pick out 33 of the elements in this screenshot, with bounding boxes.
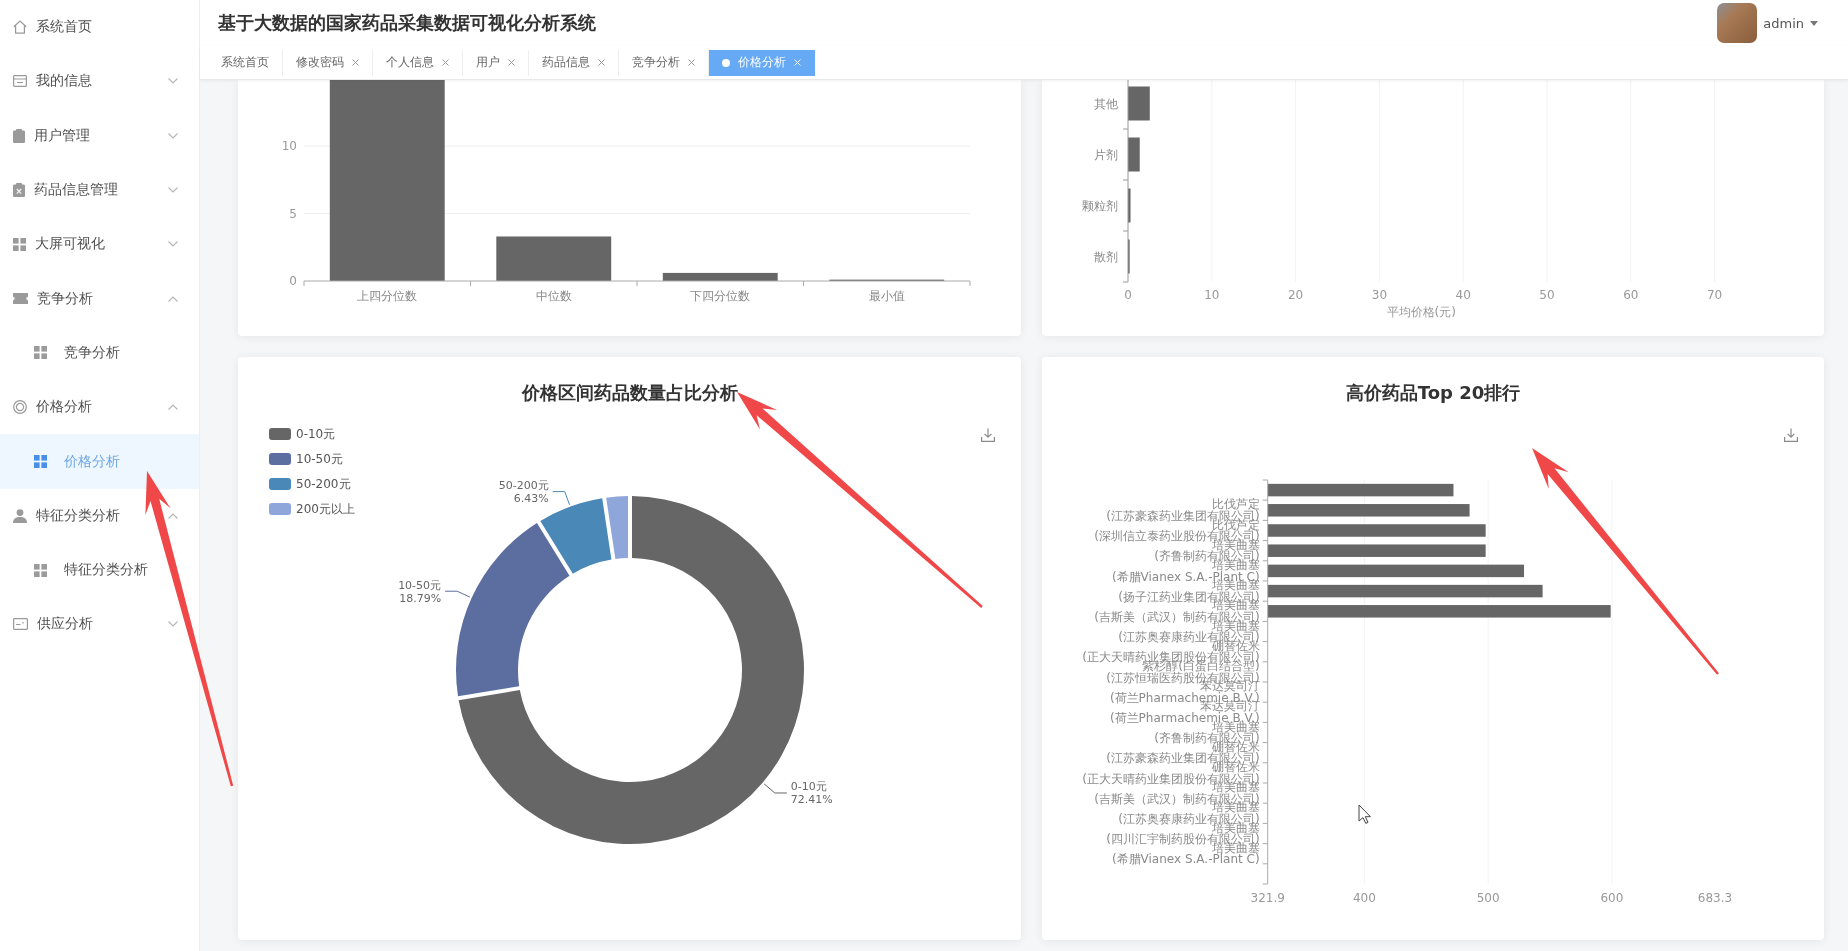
axis-label: 下四分位数 [690,289,751,303]
axis-label: 散剂 [1093,249,1118,264]
axis-tick-label: 5 [289,206,297,221]
axis-tick-label: 0 [289,274,297,288]
axis-label: 上四分位数 [357,289,418,303]
slice-label: 50-200元 6.43% [498,479,549,506]
axis-tick-label: 10 [1203,288,1219,302]
axis-tick-label: 30 [1371,288,1387,302]
axis-label: 比伐芦定 [1211,497,1260,512]
axis-tick-label: 321.9 [1250,891,1285,905]
axis-label: 中位数 [535,289,572,303]
axis-title: 平均价格(元) [1386,305,1456,319]
axis-tick-label: 600 [1599,891,1623,905]
axis-tick-label: 60 [1622,288,1638,302]
app-title: 基于大数据的国家药品采集数据可视化分析系统 [218,11,596,35]
axis-tick-label: 0 [1123,288,1132,302]
axis-label: 颗粒剂 [1081,198,1118,213]
axis-label: 片剂 [1093,147,1118,162]
chart-title: 高价药品Top 20排行 [1345,382,1520,403]
axis-tick-label: 500 [1476,891,1500,905]
axis-tick-label: 20 [1287,288,1303,302]
slice-label: 10-50元 18.79% [398,578,442,605]
axis-tick-label: 40 [1455,288,1471,302]
axis-tick-label: 400 [1352,891,1376,905]
chart-title: 价格区间药品数量占比分析 [521,382,738,403]
axis-tick-label: 10 [281,139,297,154]
axis-label: 最小值 [868,289,905,303]
axis-tick-label: 50 [1538,288,1555,302]
axis-tick-label: 683.3 [1697,891,1732,905]
axis-tick-label: 70 [1706,288,1722,302]
slice-label: 0-10元 72.41% [790,780,833,807]
axis-label: 其他 [1093,96,1118,111]
axis-label: (希腊Vianex S.A.-Plant C) [1111,852,1260,867]
